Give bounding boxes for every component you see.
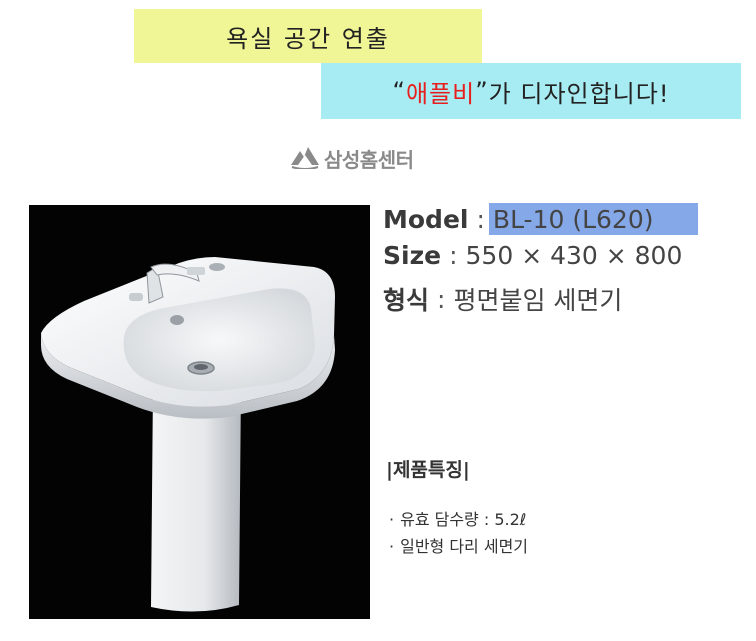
size-value: 550 × 430 × 800 [465, 241, 683, 270]
bullet-icon: · [389, 510, 395, 529]
features-title: |제품특징| [386, 459, 470, 481]
feature-item: · 일반형 다리 세면기 [389, 533, 528, 557]
quote-close: ” [475, 77, 489, 105]
product-photo [29, 205, 370, 619]
model-label: Model [383, 204, 469, 234]
size-label: Size [383, 241, 442, 270]
model-separator: : [476, 204, 485, 234]
bullet-icon: · [389, 537, 395, 556]
logo-text: 삼성홈센터 [324, 147, 414, 172]
feature-text: 일반형 다리 세면기 [400, 537, 529, 556]
type-label: 형식 [383, 286, 430, 315]
type-value: 평면붙임 세면기 [453, 286, 623, 315]
banner-headline: 욕실 공간 연출 [134, 9, 482, 63]
banner-headline-text: 욕실 공간 연출 [226, 24, 390, 53]
quote-open: “ [392, 77, 406, 105]
spec-type: 형식 : 평면붙임 세면기 [383, 281, 622, 317]
feature-text: 유효 담수량 : 5.2ℓ [400, 510, 527, 529]
type-separator: : [437, 284, 446, 314]
banner-tagline: “ 애플비 ” 가 디자인합니다! [321, 63, 741, 119]
spec-model: Model : BL-10 (L620) [383, 203, 698, 235]
spec-size: Size : 550 × 430 × 800 [383, 241, 682, 270]
logo-mountain-icon [290, 143, 320, 173]
model-value: BL-10 (L620) [488, 203, 698, 235]
samsung-home-center-logo: 삼성홈센터 [290, 140, 414, 176]
tagline-text: 가 디자인합니다! [488, 79, 670, 108]
brand-name: 애플비 [405, 79, 476, 108]
size-separator: : [449, 241, 458, 270]
feature-item: · 유효 담수량 : 5.2ℓ [389, 506, 526, 530]
